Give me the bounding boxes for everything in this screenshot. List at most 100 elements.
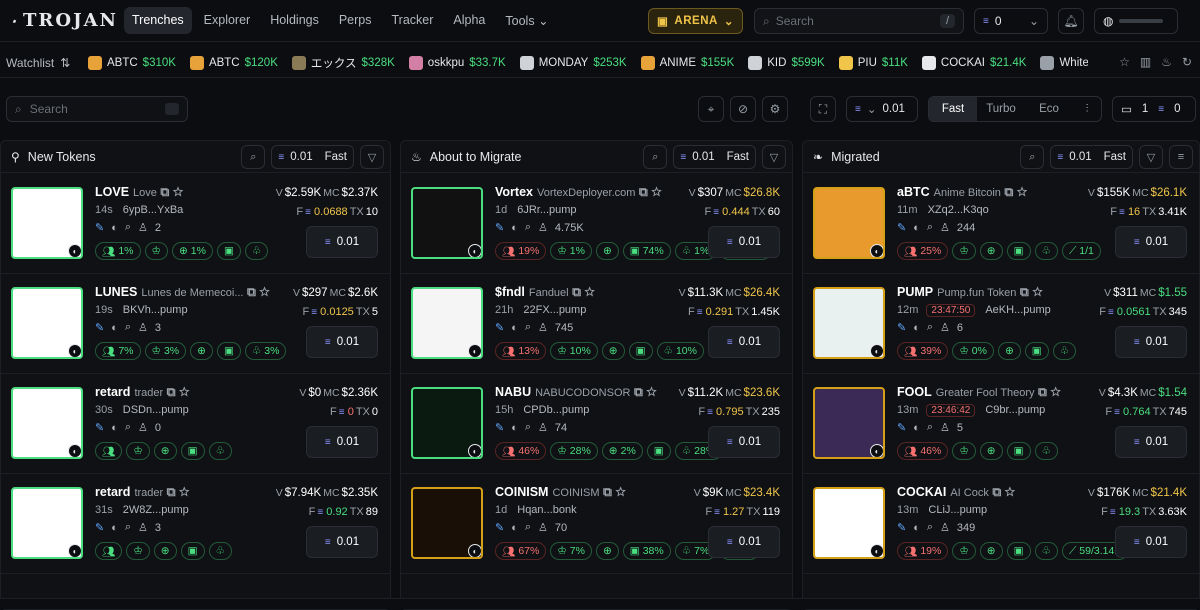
token-address[interactable]: Hqan...bonk [517,504,576,516]
wallet-counters[interactable]: ▭ 1 ≡ 0 [1112,96,1196,122]
watch-item[interactable]: エックス $328K [291,55,395,71]
star-icon[interactable]: ☆ [179,485,189,499]
token-address[interactable]: XZq2...K3qo [928,204,989,216]
star-icon[interactable]: ☆ [259,285,269,299]
quill-icon[interactable]: ✎ [95,321,104,334]
menu-button[interactable]: ≡ [1169,145,1193,169]
crosshair-button[interactable]: ⌖ [698,96,724,122]
token-row[interactable]: ◐ COCKAI AI Cock ⧉ ☆ 13m CLiJ...pump ✎ ◐ ⌕ ♙ 3… [803,474,1199,574]
nav-tracker[interactable]: Tracker [384,7,442,34]
token-image[interactable]: ◐ [11,387,83,459]
copy-icon[interactable]: ⧉ [1020,285,1029,299]
star-icon[interactable]: ☆ [585,285,595,299]
quill-icon[interactable]: ✎ [95,221,104,234]
quill-icon[interactable]: ✎ [495,221,504,234]
star-icon[interactable]: ☆ [615,485,625,499]
token-search-input[interactable]: ⌕ Search [6,96,188,122]
quick-buy-button[interactable]: ≡ 0.01 [306,426,378,458]
notifications-button[interactable]: 🔔︎ [1058,8,1084,34]
pill-icon[interactable]: ◐ [511,522,518,534]
nav-trenches[interactable]: Trenches [124,7,192,34]
token-image[interactable]: ◐ [411,187,483,259]
quill-icon[interactable]: ✎ [495,521,504,534]
filter-button[interactable]: ▽ [762,145,786,169]
pill-icon[interactable]: ◐ [511,322,518,334]
quick-buy-button[interactable]: ≡ 0.01 [708,426,780,458]
token-address[interactable]: 6JRr...pump [517,204,576,216]
token-image[interactable]: ◐ [813,487,885,559]
token-row[interactable]: ◐ Vortex VortexDeployer.com ⧉ ☆ 1d 6JRr...… [401,174,792,274]
column-amount[interactable]: ≡ 0.01 Fast [673,145,756,169]
token-symbol[interactable]: FOOL [897,385,932,399]
block-button[interactable]: ⊘ [730,96,756,122]
token-row[interactable]: ◐ $fndl Fanduel ⧉ ☆ 21h 22FX...pump ✎ ◐ ⌕ ♙ 74… [401,274,792,374]
token-image[interactable]: ◐ [11,287,83,359]
watch-item[interactable]: oskkpu $33.7K [408,55,506,71]
pill-icon[interactable]: ◐ [913,422,920,434]
search-icon[interactable]: ⌕ [125,321,131,334]
quill-icon[interactable]: ✎ [897,321,906,334]
pill-icon[interactable]: ◐ [511,222,518,234]
nav-holdings[interactable]: Holdings [262,7,327,34]
token-symbol[interactable]: COINISM [495,485,548,499]
filter-button[interactable]: ▽ [1139,145,1163,169]
token-address[interactable]: 22FX...pump [523,304,586,316]
token-symbol[interactable]: COCKAI [897,485,946,499]
sliders-icon[interactable]: ⫶ [1073,97,1101,121]
copy-icon[interactable]: ⧉ [572,285,581,299]
pill-icon[interactable]: ◐ [111,522,118,534]
star-icon[interactable]: ☆ [1017,185,1027,199]
copy-icon[interactable]: ⧉ [247,285,256,299]
star-icon[interactable]: ☆ [1050,385,1060,399]
pill-icon[interactable]: ◐ [511,422,518,434]
quill-icon[interactable]: ✎ [95,521,104,534]
token-row[interactable]: ◐ aBTC Anime Bitcoin ⧉ ☆ 11m XZq2...K3qo ✎… [803,174,1199,274]
token-image[interactable]: ◐ [813,387,885,459]
nav-explorer[interactable]: Explorer [196,7,259,34]
quick-buy-button[interactable]: ≡ 0.01 [306,326,378,358]
search-icon[interactable]: ⌕ [125,521,131,534]
token-row[interactable]: ◐ LOVE Love ⧉ ☆ 14s 6ypB...YxBa ✎ ◐ ⌕ ♙ 2 👥︎ 1%… [1,174,390,274]
profile-button[interactable]: ◍ [1094,8,1178,34]
token-symbol[interactable]: retard [95,385,130,399]
nav-alpha[interactable]: Alpha [445,7,493,34]
pill-icon[interactable]: ◐ [913,522,920,534]
copy-icon[interactable]: ⧉ [639,185,648,199]
column-amount[interactable]: ≡ 0.01 Fast [271,145,354,169]
speed-fast[interactable]: Fast [929,97,977,121]
column-search-button[interactable]: ⌕ [643,145,668,169]
token-symbol[interactable]: Vortex [495,185,533,199]
pill-icon[interactable]: ◐ [111,422,118,434]
token-address[interactable]: DSDn...pump [123,404,189,416]
copy-icon[interactable]: ⧉ [634,385,643,399]
search-icon[interactable]: ⌕ [525,321,531,334]
token-symbol[interactable]: LUNES [95,285,137,299]
token-symbol[interactable]: aBTC [897,185,930,199]
search-input[interactable]: ⌕ Search / [754,8,964,34]
token-symbol[interactable]: PUMP [897,285,933,299]
token-image[interactable]: ◐ [411,387,483,459]
token-address[interactable]: 2W8Z...pump [123,504,189,516]
watch-item[interactable]: ABTC $310K [88,55,176,71]
watch-item[interactable]: ANIME $155K [640,55,734,71]
pill-icon[interactable]: ◐ [913,222,920,234]
watch-item[interactable]: ABTC $120K [189,55,278,71]
watch-item[interactable]: COCKAI $21.4K [921,55,1026,71]
watchlist-label[interactable]: Watchlist ⇅ [6,56,88,70]
search-icon[interactable]: ⌕ [125,421,131,434]
quick-buy-button[interactable]: ≡ 0.01 [708,226,780,258]
search-icon[interactable]: ⌕ [927,321,933,334]
token-row[interactable]: ◐ retard trader ⧉ ☆ 31s 2W8Z...pump ✎ ◐ ⌕ ♙ 3 … [1,474,390,574]
star-icon[interactable]: ☆ [1119,55,1130,69]
star-icon[interactable]: ☆ [173,185,183,199]
watch-item[interactable]: MONDAY $253K [519,55,627,71]
nav-tools[interactable]: Tools ⌄ [497,7,556,34]
column-search-button[interactable]: ⌕ [241,145,266,169]
star-icon[interactable]: ☆ [179,385,189,399]
scan-button[interactable]: ⛶ [810,96,836,122]
search-icon[interactable]: ⌕ [525,221,531,234]
token-image[interactable]: ◐ [411,287,483,359]
pill-icon[interactable]: ◐ [111,322,118,334]
quill-icon[interactable]: ✎ [897,221,906,234]
search-icon[interactable]: ⌕ [525,521,531,534]
